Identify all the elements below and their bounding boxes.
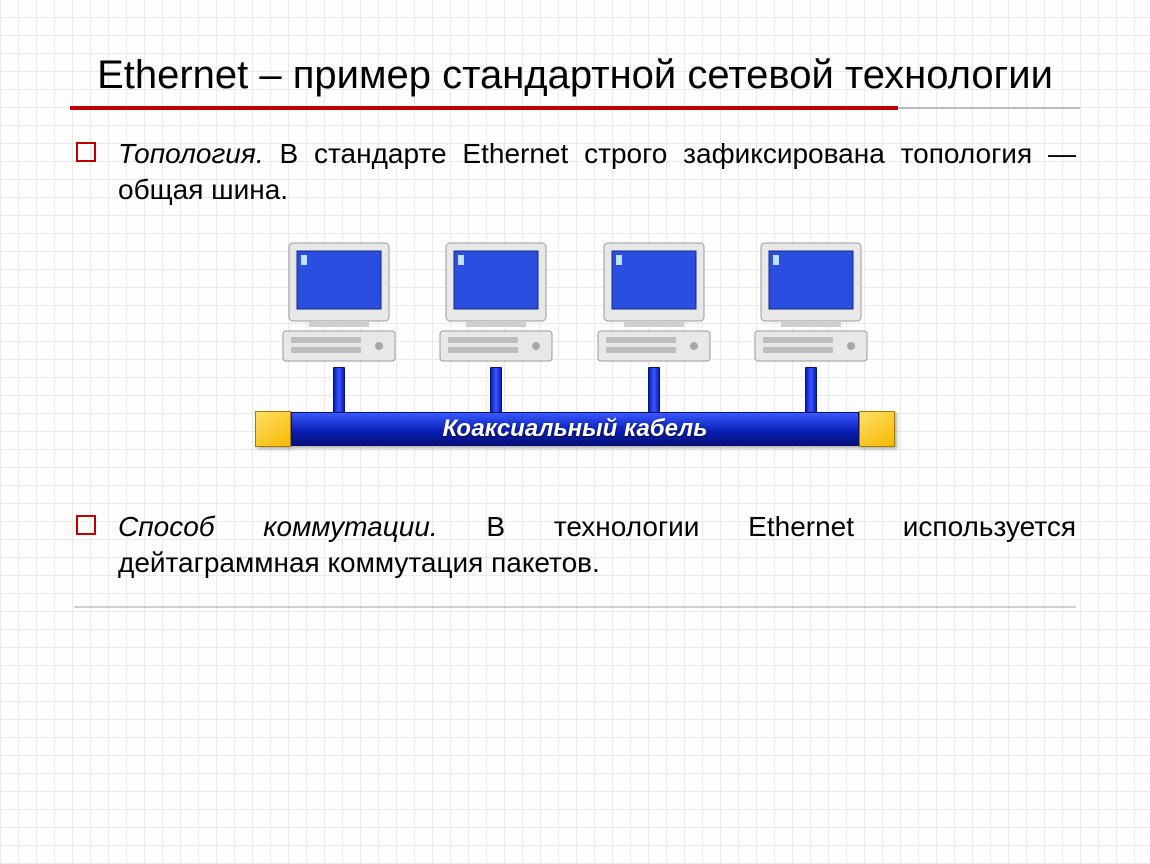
slide-title: Ethernet – пример стандартной сетевой те… [70,50,1080,100]
computer-icon [279,239,399,369]
bullet-switching: Способ коммутации. В технологии Ethernet… [74,509,1076,582]
desktop-pc-icon [751,239,871,369]
bullet-topology: Топология. В стандарте Ethernet строго з… [74,136,1076,209]
slide: Ethernet – пример стандартной сетевой те… [0,0,1150,864]
desktop-pc-icon [436,239,556,369]
computer-icon [751,239,871,369]
drop-cable-icon [805,367,817,415]
drop-cable-icon [333,367,345,415]
bullet-lead: Топология. [118,138,264,169]
bullet-lead: Способ коммутации. [118,511,438,542]
coax-cable-label: Коаксиальный кабель [443,413,708,444]
desktop-pc-icon [594,239,714,369]
bus-topology-diagram: Коаксиальный кабель [255,239,895,469]
computer-icon [436,239,556,369]
desktop-pc-icon [279,239,399,369]
footer-rule [74,606,1076,608]
coax-cable-row: Коаксиальный кабель [255,411,895,447]
coax-cable: Коаксиальный кабель [291,412,859,446]
computer-icon [594,239,714,369]
title-underline [70,107,1080,110]
slide-body: Топология. В стандарте Ethernet строго з… [70,136,1080,608]
drop-cable-icon [648,367,660,415]
computer-row [255,239,895,369]
terminator-icon [859,411,895,447]
terminator-icon [255,411,291,447]
drop-cable-icon [490,367,502,415]
